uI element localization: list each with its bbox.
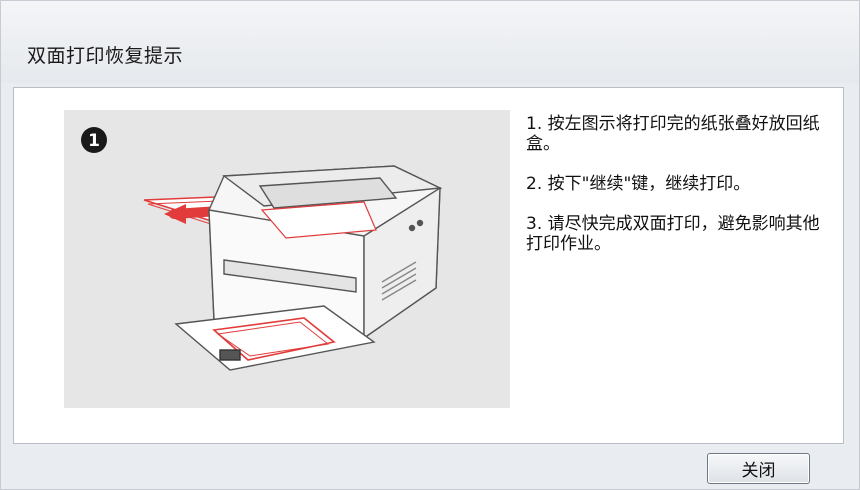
instructions-list: 1. 按左图示将打印完的纸张叠好放回纸盒。 2. 按下"继续"键，继续打印。 3… bbox=[526, 114, 836, 274]
duplex-recovery-dialog: 双面打印恢复提示 1 1. 按左图示将打印完的纸张叠好放回纸盒。 2. 按下"继… bbox=[0, 0, 860, 490]
dialog-titlebar: 双面打印恢复提示 bbox=[1, 1, 859, 83]
dialog-title: 双面打印恢复提示 bbox=[27, 45, 184, 67]
dialog-content: 1 1. 按左图示将打印完的纸张叠好放回纸盒。 2. 按下"继续"键，继续打印。… bbox=[13, 87, 844, 444]
close-button[interactable]: 关闭 bbox=[707, 453, 810, 484]
instruction-step-3: 3. 请尽快完成双面打印，避免影响其他打印作业。 bbox=[526, 214, 820, 254]
dialog-footer: 关闭 bbox=[1, 445, 859, 489]
instruction-step-2: 2. 按下"继续"键，继续打印。 bbox=[526, 174, 751, 194]
printer-drawing: 1 bbox=[81, 127, 443, 371]
printer-illustration: 1 bbox=[64, 110, 510, 408]
printer-icon bbox=[174, 165, 443, 371]
step-badge: 1 bbox=[81, 127, 107, 153]
step-badge-number: 1 bbox=[88, 131, 100, 151]
instruction-step-1: 1. 按左图示将打印完的纸张叠好放回纸盒。 bbox=[526, 114, 820, 154]
